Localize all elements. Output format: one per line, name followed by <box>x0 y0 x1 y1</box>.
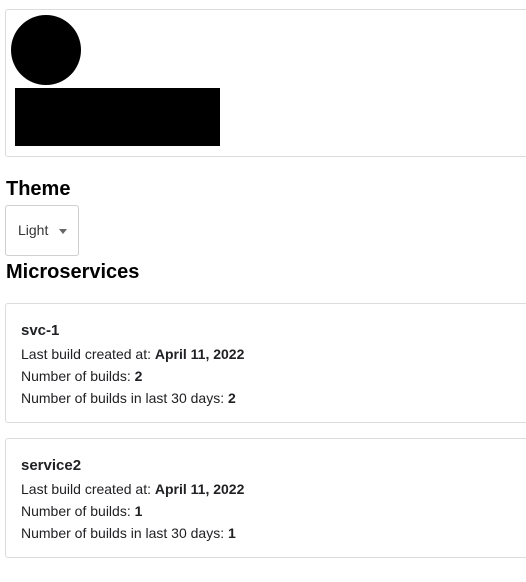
last-build-row: Last build created at: April 11, 2022 <box>21 346 244 362</box>
redacted-profile-name <box>15 88 220 146</box>
last-build-label: Last build created at: <box>21 481 151 497</box>
builds-count-row: Number of builds: 2 <box>21 368 142 384</box>
caret-down-icon <box>59 229 67 234</box>
last-build-value: April 11, 2022 <box>154 481 245 497</box>
last-build-row: Last build created at: April 11, 2022 <box>21 481 244 497</box>
builds-count-label: Number of builds: <box>21 368 131 384</box>
builds-count-row: Number of builds: 1 <box>21 503 142 519</box>
builds-30-days-value: 1 <box>228 525 236 541</box>
theme-select[interactable]: Light <box>5 205 79 256</box>
last-build-value: April 11, 2022 <box>154 346 245 362</box>
microservice-name: svc-1 <box>21 322 60 339</box>
page: Theme Light Microservices svc-1 Last bui… <box>0 0 526 582</box>
builds-30-days-label: Number of builds in last 30 days: <box>21 525 225 541</box>
builds-count-value: 2 <box>134 368 143 384</box>
builds-30-days-row: Number of builds in last 30 days: 1 <box>21 525 236 541</box>
microservices-heading: Microservices <box>6 261 140 283</box>
microservice-name: service2 <box>21 457 82 474</box>
theme-select-value: Light <box>18 222 49 238</box>
microservice-card: svc-1 Last build created at: April 11, 2… <box>5 303 526 423</box>
builds-30-days-value: 2 <box>228 390 236 406</box>
builds-30-days-row: Number of builds in last 30 days: 2 <box>21 390 236 406</box>
last-build-label: Last build created at: <box>21 346 151 362</box>
theme-heading: Theme <box>6 178 71 200</box>
builds-count-value: 1 <box>134 503 143 519</box>
avatar <box>11 15 81 85</box>
builds-count-label: Number of builds: <box>21 503 131 519</box>
microservice-card: service2 Last build created at: April 11… <box>5 438 526 558</box>
builds-30-days-label: Number of builds in last 30 days: <box>21 390 225 406</box>
profile-card <box>5 9 526 157</box>
